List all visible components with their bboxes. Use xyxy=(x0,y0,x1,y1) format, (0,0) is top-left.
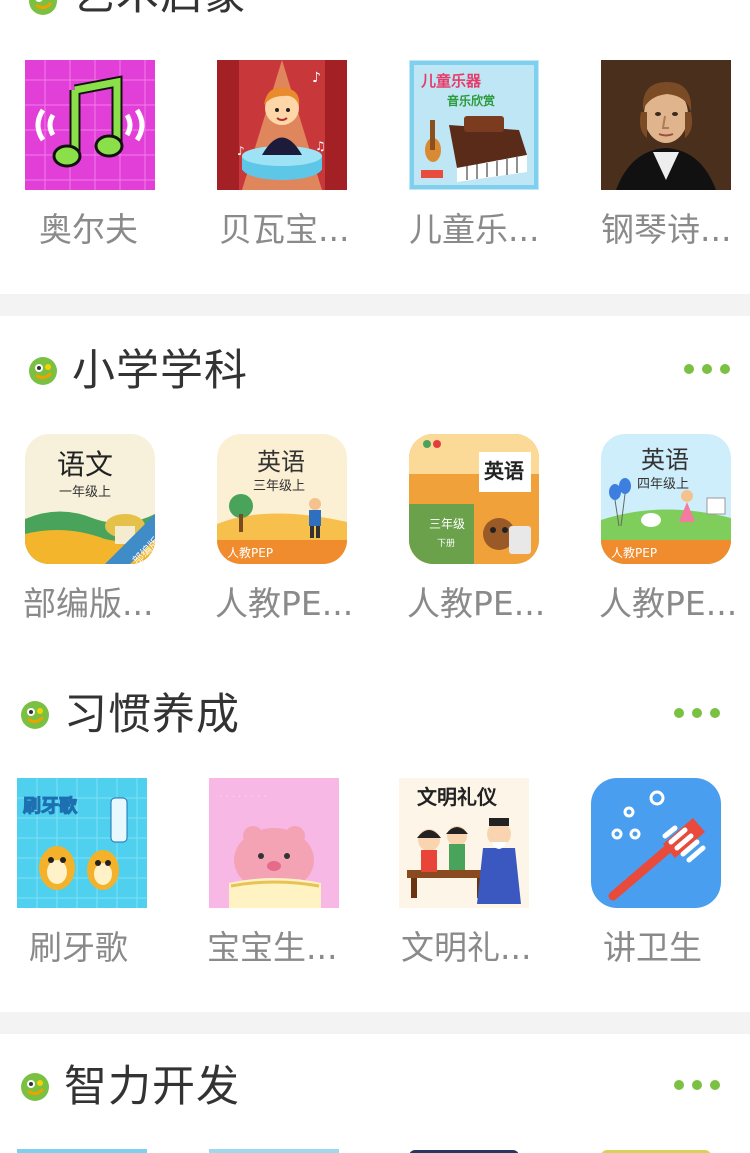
music-note-thumbnail xyxy=(25,60,155,190)
item-label: 人教PE... xyxy=(407,584,546,623)
section-title: 小学学科 xyxy=(72,346,248,396)
section-header: 小学学科 xyxy=(0,346,750,406)
art-text: 英语 xyxy=(484,459,524,483)
section-header: 习惯养成 xyxy=(0,690,750,750)
portrait-thumbnail xyxy=(601,60,731,190)
svg-text:♫: ♫ xyxy=(315,139,326,153)
art-text: 人教PEP xyxy=(611,545,657,560)
textbook-chinese-thumbnail: 语文 一年级上 部编版 xyxy=(25,434,155,564)
art-text: 音乐欣赏 xyxy=(447,93,495,108)
textbook-english-grade4-thumbnail: 英语 四年级上 人教PEP xyxy=(601,434,731,564)
item-label: 文明礼... xyxy=(401,928,532,967)
more-dots-icon[interactable] xyxy=(674,1078,722,1092)
svg-text:· · · · · · · ·: · · · · · · · · xyxy=(219,792,267,803)
section-title: 智力开发 xyxy=(64,1062,240,1112)
section-divider xyxy=(0,294,750,316)
item-label: 钢琴诗... xyxy=(601,210,732,249)
item-label: 人教PE... xyxy=(215,584,354,623)
art-text: 刷牙歌 xyxy=(23,795,78,817)
art-text: 三年级 xyxy=(429,517,465,531)
item-label: 刷牙歌 xyxy=(29,928,128,967)
art-text: 人教PEP xyxy=(227,545,273,560)
art-text: 下册 xyxy=(437,538,455,549)
art-text: 三年级上 xyxy=(253,479,305,494)
item-label: 奥尔夫 xyxy=(39,210,138,249)
baby-life-thumbnail: · · · · · · · · xyxy=(209,778,339,908)
thumbnail-peek xyxy=(209,1149,339,1153)
art-text: 文明礼仪 xyxy=(417,785,498,809)
etiquette-thumbnail: 文明礼仪 xyxy=(399,778,529,908)
item-label: 儿童乐... xyxy=(409,210,540,249)
textbook-english-lower-thumbnail: 英语 三年级 下册 xyxy=(409,434,539,564)
thumbnail-peek xyxy=(17,1149,147,1153)
item-label: 部编版... xyxy=(23,584,154,623)
green-mascot-icon xyxy=(29,357,57,385)
green-mascot-icon xyxy=(21,701,49,729)
item-label: 贝瓦宝... xyxy=(219,210,350,249)
section-header: 智力开发 xyxy=(0,1062,750,1122)
item-label: 人教PE... xyxy=(599,584,738,623)
section-divider xyxy=(0,1012,750,1034)
textbook-english-grade3-thumbnail: 英语 三年级上 人教PEP xyxy=(217,434,347,564)
toothbrush-song-thumbnail: 刷牙歌 xyxy=(17,778,147,908)
green-mascot-icon xyxy=(29,0,57,15)
art-text: 英语 xyxy=(641,446,689,474)
art-text: 儿童乐器 xyxy=(420,72,482,90)
green-mascot-icon xyxy=(21,1073,49,1101)
section-title: 艺术启蒙 xyxy=(72,0,248,20)
art-text: 四年级上 xyxy=(637,477,689,492)
section-title: 习惯养成 xyxy=(64,690,240,740)
art-text: 语文 xyxy=(57,448,113,481)
item-label: 讲卫生 xyxy=(603,928,702,967)
art-text: 一年级上 xyxy=(59,485,111,500)
piano-thumbnail: 儿童乐器 音乐欣赏 xyxy=(409,60,539,190)
more-dots-icon[interactable] xyxy=(684,362,732,376)
more-dots-icon[interactable] xyxy=(674,706,722,720)
art-text: 英语 xyxy=(257,448,305,476)
item-label: 宝宝生... xyxy=(207,928,338,967)
svg-text:♪: ♪ xyxy=(312,70,321,86)
singing-boy-thumbnail: ♪ ♪ ♫ xyxy=(217,60,347,190)
hygiene-toothbrush-thumbnail xyxy=(591,778,721,908)
svg-text:♪: ♪ xyxy=(237,144,245,158)
section-header: 艺术启蒙 xyxy=(0,0,750,30)
